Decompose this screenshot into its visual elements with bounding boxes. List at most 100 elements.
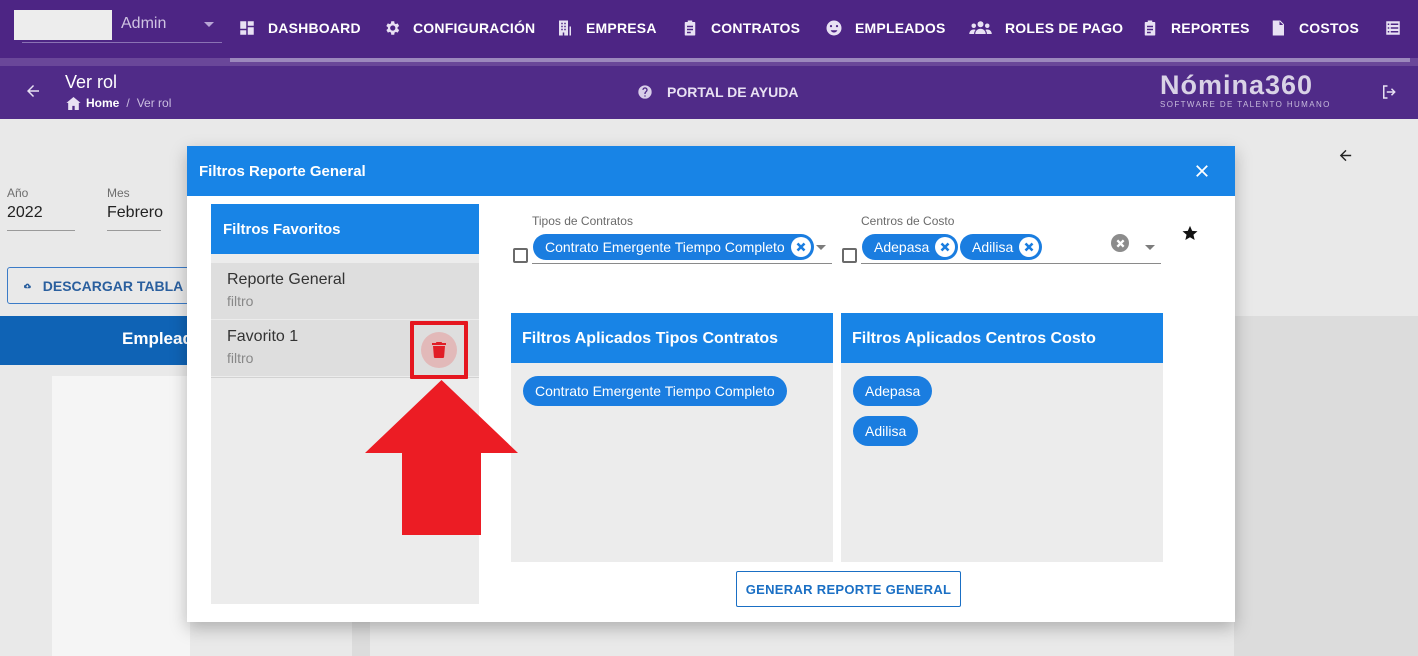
nav-item-contratos[interactable]: CONTRATOS [681,17,800,39]
download-table-label: DESCARGAR TABLA E [42,277,196,294]
table-area-background [1234,316,1418,656]
remove-chip-button[interactable] [790,237,811,257]
clear-selection-button[interactable] [1111,234,1129,252]
cost-centers-checkbox[interactable] [842,248,857,263]
nav-item-empleados[interactable]: EMPLEADOS [825,17,945,39]
contract-types-checkbox[interactable] [513,248,528,263]
logout-icon[interactable] [1380,83,1398,101]
back-arrow-icon[interactable] [24,82,42,100]
breadcrumb-separator: / [126,96,130,110]
clipboard-icon [1144,20,1156,36]
nav-item-more[interactable] [1384,17,1414,39]
month-label: Mes [107,186,130,200]
dialog-header: Filtros Reporte General [187,146,1235,196]
brand-tagline: SOFTWARE DE TALENTO HUMANO [1160,100,1331,109]
favorite-item-subtitle: filtro [227,293,254,309]
favorite-item-reporte-general[interactable]: Reporte General filtro [211,263,479,320]
nav-progress-strip [0,58,1418,66]
chevron-down-icon[interactable] [204,22,214,27]
year-value: 2022 [7,204,43,221]
nav-item-label: DASHBOARD [268,20,361,36]
chevron-down-icon[interactable] [1145,245,1155,250]
applied-filter-chip: Adilisa [853,416,919,446]
people-icon [969,21,992,34]
close-icon [1024,242,1034,252]
nav-item-reportes[interactable]: REPORTES [1141,17,1250,39]
help-label: PORTAL DE AYUDA [667,84,799,100]
nav-item-label: EMPLEADOS [855,20,946,36]
trash-icon [432,342,446,358]
help-icon [638,85,652,99]
contract-types-label: Tipos de Contratos [532,214,633,228]
download-table-button[interactable]: DESCARGAR TABLA E [7,267,197,304]
generate-report-button[interactable]: GENERAR REPORTE GENERAL [736,571,961,607]
delete-favorite-highlight [410,321,468,379]
month-field[interactable]: Mes Febrero [107,186,164,231]
year-field[interactable]: Año 2022 [7,186,75,231]
nav-item-costos[interactable]: COSTOS [1269,17,1359,39]
cost-center-chip: Adilisa [960,234,1043,260]
home-icon[interactable] [66,96,81,110]
favorite-filters-title: Filtros Favoritos [211,204,479,254]
nav-item-configuracion[interactable]: CONFIGURACIÓN [383,17,535,39]
help-portal-link[interactable]: PORTAL DE AYUDA [637,84,798,100]
nav-item-empresa[interactable]: EMPRESA [556,17,657,39]
applied-filter-chip: Contrato Emergente Tiempo Completo [523,376,787,406]
chip-label: Adepasa [874,239,930,255]
chip-label: Contrato Emergente Tiempo Completo [545,239,785,255]
page-title: Ver rol [65,72,118,92]
dashboard-icon [240,21,254,35]
annotation-arrow-icon [365,380,518,535]
close-icon [940,242,950,252]
nav-item-label: COSTOS [1299,20,1360,36]
cloud-download-icon [24,283,31,288]
user-avatar-redacted [14,10,112,40]
nav-item-label: CONTRATOS [711,20,801,36]
nav-item-label: CONFIGURACIÓN [413,20,536,36]
top-nav-bar: Admin DASHBOARD CONFIGURACIÓN EMPRESA CO… [0,0,1418,58]
cost-center-chip: Adepasa [862,234,959,260]
user-role-select[interactable]: Admin [121,15,166,33]
dialog-title: Filtros Reporte General [199,163,366,180]
applied-filter-chip: Adepasa [853,376,933,406]
close-icon[interactable] [1193,162,1211,180]
list-icon [1386,21,1400,35]
face-icon [826,20,842,36]
remove-chip-button[interactable] [1019,237,1040,257]
contract-types-input[interactable]: Contrato Emergente Tiempo Completo [532,232,832,264]
remove-chip-button[interactable] [935,237,956,257]
contract-type-chip: Contrato Emergente Tiempo Completo [533,234,814,260]
brand-name: Nómina360 [1160,70,1314,100]
cost-centers-label: Centros de Costo [861,214,955,228]
month-underline [107,230,161,231]
table-column-background [352,622,370,656]
chevron-down-icon[interactable] [816,245,826,250]
nav-item-label: ROLES DE PAGO [1005,20,1124,36]
applied-cost-filters-title: Filtros Aplicados Centros Costo [841,313,1163,363]
chip-label: Adilisa [972,239,1014,255]
contract-types-select[interactable]: Tipos de Contratos Contrato Emergente Ti… [532,214,832,264]
clipboard-icon [684,20,696,36]
nav-item-dashboard[interactable]: DASHBOARD [238,17,361,39]
user-select-underline [22,42,222,43]
breadcrumb: Home / Ver rol [66,96,171,110]
building-icon [559,20,571,36]
applied-contract-filters-panel: Filtros Aplicados Tipos Contratos Contra… [511,313,833,562]
month-value: Febrero [107,204,164,221]
star-icon[interactable] [1181,224,1199,242]
employees-section-header: Empleados [0,316,190,365]
close-icon [1116,239,1124,247]
nav-item-roles-de-pago[interactable]: ROLES DE PAGO [968,17,1123,39]
breadcrumb-home[interactable]: Home [86,96,119,110]
nav-strip-highlight [230,58,1410,62]
applied-contract-filters-title: Filtros Aplicados Tipos Contratos [511,313,833,363]
back-arrow-icon[interactable] [1337,147,1354,164]
gear-icon [386,21,400,35]
year-underline [7,230,75,231]
brand-logo: Nómina360 SOFTWARE DE TALENTO HUMANO [1160,70,1331,109]
applied-cost-filters-panel: Filtros Aplicados Centros Costo Adepasa … [841,313,1163,562]
delete-favorite-button[interactable] [421,332,457,368]
breadcrumb-current: Ver rol [136,96,172,110]
favorite-item-title: Reporte General [227,271,346,288]
general-report-filters-dialog: Filtros Reporte General Filtros Favorito… [187,146,1235,622]
